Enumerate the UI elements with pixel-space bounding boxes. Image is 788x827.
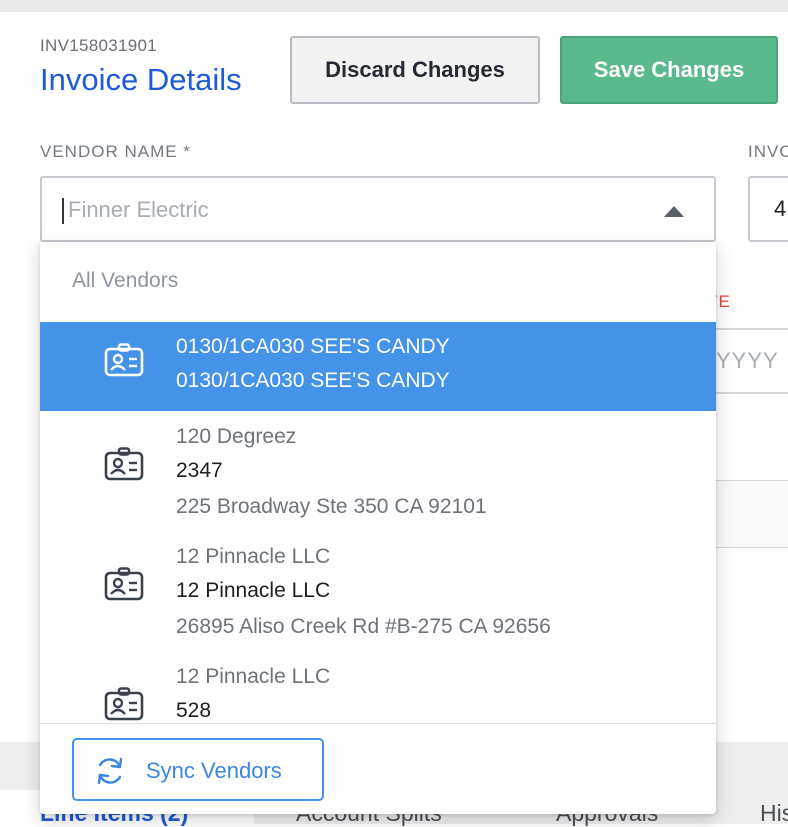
vendor-option-code: 528 xyxy=(176,699,212,722)
vendor-name-placeholder: Finner Electric xyxy=(68,197,209,222)
vendor-option-name: 120 Degreez xyxy=(176,425,297,448)
text-cursor xyxy=(62,198,64,224)
vendor-option-name: 12 Pinnacle LLC xyxy=(176,545,331,568)
page-title: Invoice Details xyxy=(40,62,242,97)
vendor-option[interactable]: 120 Degreez 2347 225 Broadway Ste 350 CA… xyxy=(40,411,716,531)
vendor-option-code: 2347 xyxy=(176,459,223,482)
sync-vendors-label: Sync Vendors xyxy=(146,758,282,783)
vendor-dropdown: All Vendors 0130/1CA030 SEE'S CANDY 0130… xyxy=(40,242,716,814)
dropdown-header: All Vendors xyxy=(72,269,179,292)
vendor-option-name: 12 Pinnacle LLC xyxy=(176,665,331,688)
invoice-id: INV158031901 xyxy=(40,36,158,55)
vendor-option[interactable]: 12 Pinnacle LLC 528 xyxy=(40,651,716,722)
save-changes-button[interactable]: Save Changes xyxy=(560,36,778,104)
tab-history[interactable]: His xyxy=(760,800,788,827)
vendor-option[interactable]: 0130/1CA030 SEE'S CANDY 0130/1CA030 SEE'… xyxy=(40,322,716,411)
dropdown-footer-divider xyxy=(40,723,716,724)
vendor-card-icon xyxy=(104,447,144,481)
vendor-card-icon xyxy=(104,687,144,721)
sync-vendors-button[interactable]: Sync Vendors xyxy=(72,738,324,801)
vendor-option-code: 12 Pinnacle LLC xyxy=(176,579,331,602)
vendor-option-address: 225 Broadway Ste 350 CA 92101 xyxy=(176,495,487,518)
vendor-option-code: 0130/1CA030 SEE'S CANDY xyxy=(176,369,450,392)
invoice-number-value: 4 xyxy=(774,196,787,221)
vendor-name-label: VENDOR NAME * xyxy=(40,142,191,161)
vendor-option-address: 26895 Aliso Creek Rd #B-275 CA 92656 xyxy=(176,615,551,638)
invoice-number-input[interactable]: 4 xyxy=(748,176,788,242)
vendor-name-input[interactable]: Finner Electric xyxy=(40,176,716,242)
discard-changes-button[interactable]: Discard Changes xyxy=(290,36,540,104)
vendor-options-list[interactable]: 0130/1CA030 SEE'S CANDY 0130/1CA030 SEE'… xyxy=(40,322,716,722)
sync-icon xyxy=(97,757,123,785)
vendor-card-icon xyxy=(104,343,144,377)
triangle-up-icon[interactable] xyxy=(664,206,684,217)
invoice-date-placeholder: YYYY xyxy=(716,348,779,373)
vendor-option-name: 0130/1CA030 SEE'S CANDY xyxy=(176,335,450,358)
vendor-option[interactable]: 12 Pinnacle LLC 12 Pinnacle LLC 26895 Al… xyxy=(40,531,716,651)
top-bar xyxy=(0,0,788,12)
vendor-card-icon xyxy=(104,567,144,601)
invoice-number-label: INVO xyxy=(748,142,788,161)
